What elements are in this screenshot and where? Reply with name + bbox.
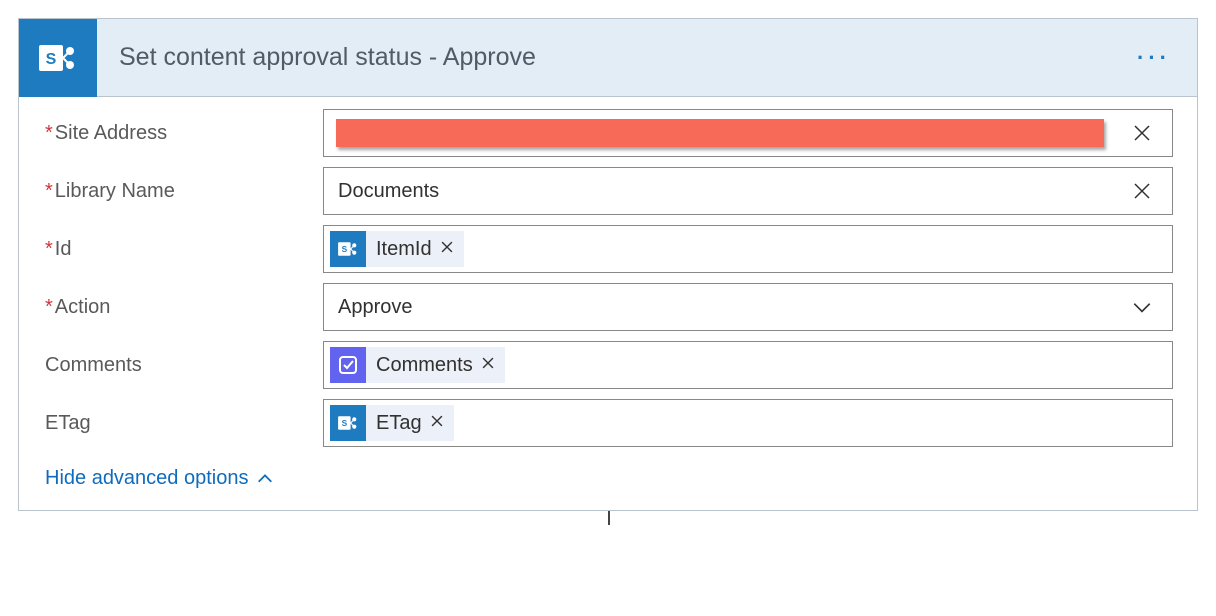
token-remove-icon[interactable] [430, 414, 444, 433]
card-menu-ellipsis-icon[interactable]: ··· [1137, 45, 1171, 71]
token-remove-icon[interactable] [481, 356, 495, 375]
chevron-up-icon [256, 470, 274, 488]
card-body: *Site Address *Library Name Documents [19, 97, 1197, 510]
card-title: Set content approval status - Approve [119, 43, 536, 72]
token-label: Comments [376, 354, 473, 377]
input-id[interactable]: S ItemId [323, 225, 1173, 273]
row-site-address: *Site Address [43, 109, 1173, 157]
row-comments: Comments Comments [43, 341, 1173, 389]
row-library-name: *Library Name Documents [43, 167, 1173, 215]
input-comments[interactable]: Comments [323, 341, 1173, 389]
chevron-down-icon[interactable] [1122, 296, 1162, 318]
input-site-address[interactable] [323, 109, 1173, 157]
redacted-value [336, 119, 1104, 147]
token-label: ETag [376, 412, 422, 435]
sharepoint-token-icon: S [330, 405, 366, 441]
required-asterisk: * [45, 238, 53, 260]
clear-library-name-icon[interactable] [1122, 181, 1162, 201]
label-etag: ETag [43, 412, 323, 435]
token-label: ItemId [376, 238, 432, 261]
token-remove-icon[interactable] [440, 240, 454, 259]
required-asterisk: * [45, 180, 53, 202]
svg-text:S: S [46, 51, 57, 68]
label-id: *Id [43, 238, 323, 261]
label-site-address: *Site Address [43, 122, 323, 145]
hide-advanced-options-toggle[interactable]: Hide advanced options [45, 467, 274, 490]
value-library-name: Documents [334, 180, 1122, 203]
svg-text:S: S [342, 244, 348, 254]
token-comments[interactable]: Comments [330, 347, 505, 383]
advanced-options-label: Hide advanced options [45, 467, 248, 490]
flow-connector-line [608, 511, 610, 525]
required-asterisk: * [45, 122, 53, 144]
sharepoint-token-icon: S [330, 231, 366, 267]
svg-text:S: S [342, 418, 348, 428]
label-comments: Comments [43, 354, 323, 377]
card-header[interactable]: S Set content approval status - Approve … [19, 19, 1197, 97]
input-etag[interactable]: S ETag [323, 399, 1173, 447]
row-etag: ETag S ETag [43, 399, 1173, 447]
token-itemid[interactable]: S ItemId [330, 231, 464, 267]
row-action: *Action Approve [43, 283, 1173, 331]
required-asterisk: * [45, 296, 53, 318]
row-id: *Id S ItemId [43, 225, 1173, 273]
token-etag[interactable]: S ETag [330, 405, 454, 441]
select-action[interactable]: Approve [323, 283, 1173, 331]
sharepoint-connector-icon: S [19, 19, 97, 97]
clear-site-address-icon[interactable] [1122, 123, 1162, 143]
input-library-name[interactable]: Documents [323, 167, 1173, 215]
value-action: Approve [334, 296, 1122, 319]
action-card: S Set content approval status - Approve … [18, 18, 1198, 511]
label-library-name: *Library Name [43, 180, 323, 203]
approvals-token-icon [330, 347, 366, 383]
label-action: *Action [43, 296, 323, 319]
